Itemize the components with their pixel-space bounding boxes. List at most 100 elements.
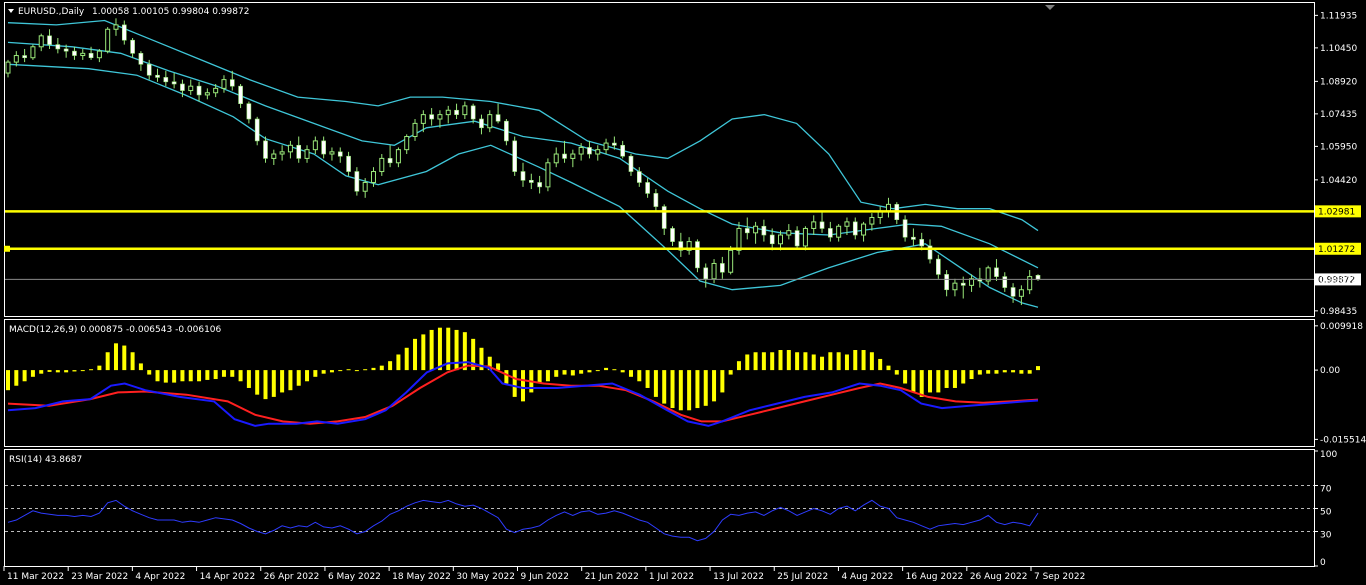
macd-bar (122, 345, 127, 371)
rsi-levels (5, 485, 1314, 532)
macd-bar (778, 350, 783, 371)
candle (877, 206, 883, 225)
macd-bar (105, 352, 110, 371)
candle (553, 147, 559, 168)
macd-bar (30, 370, 35, 377)
date-tick-label: 4 Apr 2022 (135, 572, 185, 582)
macd-bar (695, 370, 700, 409)
candle (395, 147, 401, 168)
macd-tick-label: 0.009918 (1320, 322, 1363, 332)
rsi-tick-label: 0 (1320, 558, 1326, 568)
macd-bar (429, 329, 434, 371)
date-tick-label: 13 Jul 2022 (713, 572, 764, 582)
candle (337, 147, 343, 163)
candle (529, 173, 534, 190)
candlesticks (5, 18, 1041, 306)
macd-axis: 0.009918 0.00 -0.015514 (1314, 322, 1366, 445)
candle (562, 140, 567, 163)
macd-bar (545, 370, 550, 382)
macd-bar (388, 361, 393, 371)
chart-menu-icon[interactable] (8, 9, 14, 13)
rsi-tick-label: 30 (1320, 531, 1332, 541)
candle (263, 136, 268, 163)
macd-bar (205, 370, 210, 380)
date-tick-label: 23 Mar 2022 (71, 572, 128, 582)
bollinger-middle (7, 41, 1039, 269)
candle (171, 73, 177, 89)
macd-bar (903, 370, 908, 384)
macd-bar (64, 370, 69, 373)
candle (537, 175, 542, 194)
macd-bar (172, 370, 177, 383)
trading-chart[interactable]: 1.02981 1.01272 0.99872 1.11935 1.10450 1.08… (0, 0, 1366, 585)
macd-bar (89, 369, 94, 371)
candle (412, 119, 418, 141)
candle (287, 140, 293, 159)
candle (47, 29, 52, 49)
candle (861, 221, 867, 242)
shift-marker-icon[interactable] (1045, 5, 1055, 10)
macd-bar (404, 347, 409, 371)
candle (346, 151, 351, 176)
candle (761, 219, 767, 242)
candle (836, 224, 842, 242)
candle (495, 103, 501, 124)
candle (969, 274, 975, 292)
candle (22, 48, 27, 63)
macd-bar (238, 370, 243, 382)
candle (55, 38, 61, 54)
macd-bar (911, 370, 916, 393)
macd-bar (230, 370, 235, 377)
macd-bar (130, 352, 135, 371)
level-handle[interactable] (4, 245, 10, 252)
macd-bar (919, 370, 924, 397)
date-tick-label: 21 Jun 2022 (585, 572, 639, 582)
symbol-header: EURUSD.,Daily (18, 7, 85, 17)
macd-bar (645, 370, 650, 388)
candle (786, 224, 792, 240)
candle (138, 51, 144, 71)
macd-bar (1011, 370, 1016, 373)
macd-bar (504, 370, 509, 384)
candle (703, 263, 709, 288)
macd-tick-label: -0.015514 (1320, 435, 1366, 445)
candle (72, 46, 77, 60)
macd-bar (770, 352, 775, 371)
date-tick-label: 18 May 2022 (392, 572, 451, 582)
macd-bar (22, 370, 27, 382)
macd-bar (736, 361, 741, 371)
macd-bar (354, 370, 359, 372)
date-tick-label: 11 Mar 2022 (7, 572, 64, 582)
macd-bar (14, 370, 19, 386)
candle (254, 116, 260, 146)
macd-bar (97, 365, 102, 371)
macd-bar (687, 370, 692, 411)
macd-bar (138, 363, 143, 371)
macd-bar (197, 370, 202, 382)
macd-bar (703, 370, 708, 406)
price-tick-label: 0.99872 (1320, 275, 1357, 285)
macd-bar (1027, 370, 1032, 374)
candle (38, 33, 44, 52)
candle (454, 103, 459, 120)
date-tick-label: 14 Apr 2022 (200, 572, 256, 582)
candle (238, 83, 243, 109)
candle (661, 204, 667, 236)
date-tick-label: 30 May 2022 (456, 572, 515, 582)
candle (462, 101, 468, 120)
candle (329, 147, 335, 161)
macd-bar (994, 370, 999, 374)
candle (80, 48, 86, 60)
macd-bar (678, 370, 683, 411)
macd-bar (521, 370, 525, 402)
candle (279, 145, 285, 161)
macd-bar (894, 370, 899, 375)
macd-bar (712, 370, 717, 402)
candle (321, 136, 326, 159)
macd-bar (977, 370, 982, 375)
macd-bar (986, 370, 991, 374)
candle (852, 217, 858, 240)
bollinger-upper (7, 19, 1039, 232)
macd-header: MACD(12,26,9) 0.000875 -0.006543 -0.0061… (9, 325, 222, 335)
candle (645, 178, 650, 198)
